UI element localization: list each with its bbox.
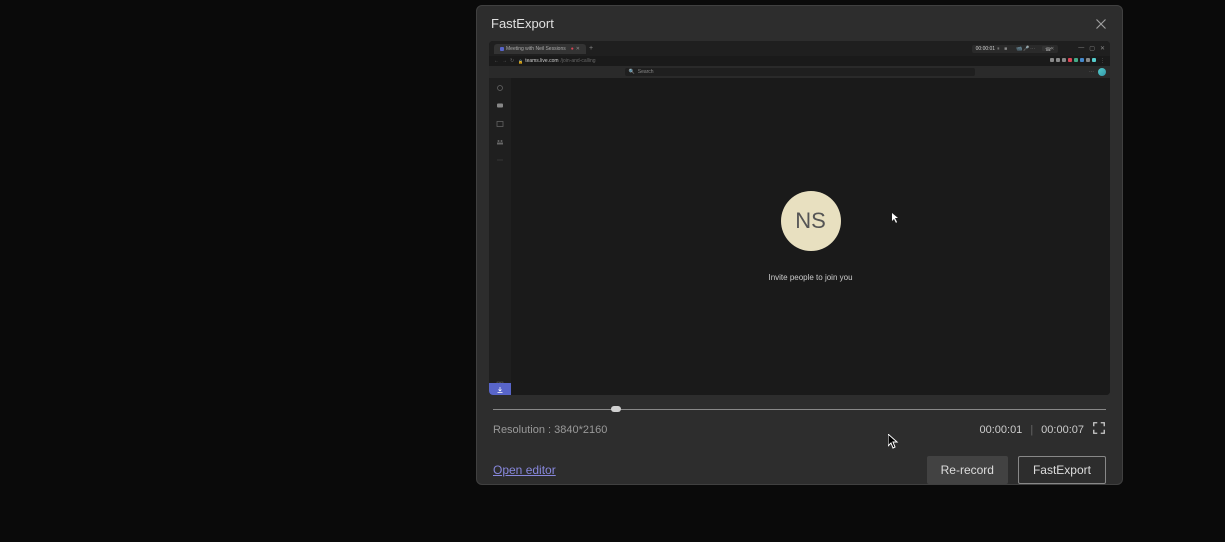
- notification-icon: [495, 83, 505, 93]
- forward-icon: →: [502, 58, 507, 64]
- ext-icon: [1086, 58, 1090, 62]
- close-button[interactable]: [1094, 17, 1108, 31]
- address-bar: ← → ↻ 🔒 teams.live.com /join-and-calling…: [489, 56, 1110, 66]
- camera-icon: 📹: [1016, 46, 1021, 51]
- search-box: 🔍 Search: [625, 68, 975, 76]
- open-editor-link[interactable]: Open editor: [493, 463, 556, 477]
- new-tab-icon: +: [589, 45, 593, 52]
- ext-icon: [1092, 58, 1096, 62]
- community-icon: [495, 137, 505, 147]
- timeline-line: [493, 409, 1106, 410]
- ext-icon: [1074, 58, 1078, 62]
- footer-row: Open editor Re-record FastExport: [477, 456, 1122, 484]
- ext-icon: [1068, 58, 1072, 62]
- teams-icon: [500, 47, 504, 51]
- tab-section: Meeting with Neil Sessions ● ✕ +: [494, 44, 593, 54]
- timeline-section: [493, 405, 1106, 413]
- leave-icon: ☎: [1042, 46, 1048, 51]
- menu-icon: ⋮: [1100, 58, 1105, 64]
- back-icon: ←: [494, 58, 499, 64]
- time-divider: |: [1030, 424, 1033, 436]
- meeting-timer: 00:00:01: [976, 46, 995, 52]
- stop-icon: ■: [1004, 46, 1009, 51]
- timeline-track[interactable]: [493, 405, 1106, 413]
- ext-icon: [1062, 58, 1066, 62]
- timeline-handle[interactable]: [611, 406, 621, 412]
- more-dots-icon: ⋯: [1089, 69, 1094, 75]
- button-group: Re-record FastExport: [927, 456, 1106, 484]
- user-avatar: NS: [781, 191, 841, 251]
- fullscreen-button[interactable]: [1092, 421, 1106, 438]
- info-row: Resolution : 3840*2160 00:00:01 | 00:00:…: [477, 421, 1122, 438]
- search-icon: 🔍: [629, 69, 635, 75]
- chat-icon: [495, 101, 505, 111]
- ext-icon: [1080, 58, 1084, 62]
- browser-tab: Meeting with Neil Sessions ● ✕: [494, 44, 586, 54]
- extension-icons: ⋮: [1050, 58, 1105, 64]
- mic-icon: 🎤: [1023, 46, 1028, 51]
- tab-x-icon: ✕: [576, 46, 580, 52]
- avatar-initials: NS: [795, 208, 826, 234]
- pause-icon: ⏸: [997, 46, 1002, 51]
- maximize-icon: ▢: [1089, 45, 1095, 52]
- close-ctrl-icon: ✕: [1050, 46, 1054, 52]
- tab-close-icon: ●: [571, 46, 574, 52]
- refresh-icon: ↻: [510, 58, 514, 64]
- current-time: 00:00:01: [979, 424, 1022, 436]
- url-path: /join-and-calling: [561, 58, 596, 64]
- fastexport-button[interactable]: FastExport: [1018, 456, 1106, 484]
- video-preview[interactable]: Meeting with Neil Sessions ● ✕ + 00:00:0…: [489, 41, 1110, 395]
- teams-app: 🔍 Search ⋯ ⋯: [489, 66, 1110, 395]
- nav-arrows: ← → ↻: [494, 58, 514, 64]
- modal-title: FastExport: [491, 16, 554, 31]
- fullscreen-icon: [1092, 421, 1106, 435]
- modal-header: FastExport: [477, 6, 1122, 41]
- resolution-text: Resolution : 3840*2160: [493, 424, 607, 436]
- more-icon: ⋯: [1030, 46, 1035, 51]
- total-time: 00:00:07: [1041, 424, 1084, 436]
- lock-icon: 🔒: [518, 59, 523, 64]
- fastexport-modal: FastExport Meeting with Neil Sessions ● …: [476, 5, 1123, 485]
- teams-sidebar: ⋯: [489, 78, 511, 395]
- url-box: 🔒 teams.live.com /join-and-calling: [518, 58, 595, 64]
- browser-titlebar: Meeting with Neil Sessions ● ✕ + 00:00:0…: [489, 41, 1110, 56]
- download-highlight: [489, 383, 511, 395]
- search-placeholder: Search: [638, 69, 654, 75]
- cursor-icon: [892, 213, 900, 225]
- ext-icon: [1056, 58, 1060, 62]
- close-window-icon: ✕: [1100, 45, 1105, 52]
- calendar-icon: [495, 119, 505, 129]
- profile-avatar-icon: [1098, 68, 1106, 76]
- url-host: teams.live.com: [525, 58, 558, 64]
- minimize-icon: —: [1078, 45, 1084, 52]
- teams-search-bar: 🔍 Search ⋯: [489, 66, 1110, 78]
- rerecord-button[interactable]: Re-record: [927, 456, 1008, 484]
- time-section: 00:00:01 | 00:00:07: [979, 421, 1106, 438]
- window-controls: — ▢ ✕: [1078, 45, 1105, 52]
- meeting-area: NS Invite people to join you: [511, 78, 1110, 395]
- meeting-controls: 00:00:01 ⏸ ■ 📹 🎤 ⋯ ☎ ✕: [972, 45, 1059, 53]
- ext-icon: [1050, 58, 1054, 62]
- tab-title: Meeting with Neil Sessions: [506, 46, 566, 52]
- invite-text: Invite people to join you: [768, 273, 852, 282]
- more-icon: ⋯: [495, 155, 505, 165]
- close-icon: [1095, 18, 1107, 30]
